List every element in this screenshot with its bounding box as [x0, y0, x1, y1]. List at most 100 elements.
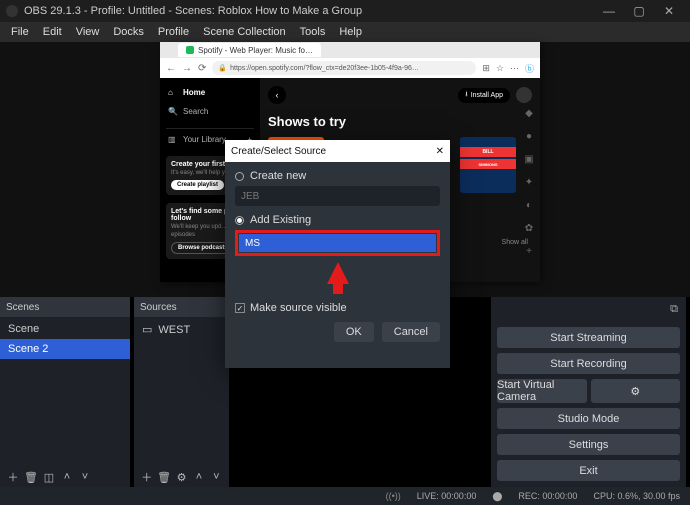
browser-menu-icon[interactable]: ⋯ — [510, 63, 519, 74]
settings-button[interactable]: Settings — [497, 434, 680, 455]
user-avatar-icon[interactable] — [516, 87, 532, 103]
browser-url-text: https://open.spotify.com/?flow_ctx=de20f… — [230, 65, 419, 72]
obs-logo-icon — [6, 5, 18, 17]
window-minimize-button[interactable]: — — [594, 4, 624, 18]
window-title: OBS 29.1.3 - Profile: Untitled - Scenes:… — [24, 5, 594, 17]
spotify-nav-home[interactable]: ⌂Home — [166, 84, 254, 101]
browser-extensions-icon[interactable]: ⊞ — [482, 63, 490, 74]
add-scene-button[interactable]: ＋ — [4, 468, 22, 486]
menu-edit[interactable]: Edit — [36, 24, 69, 40]
sources-list: ▭WEST — [134, 317, 229, 467]
menu-view[interactable]: View — [69, 24, 107, 40]
search-icon: 🔍 — [168, 107, 178, 116]
spotify-back-icon[interactable]: ‹ — [268, 86, 286, 104]
cancel-button[interactable]: Cancel — [382, 322, 440, 342]
spotify-nav-search[interactable]: 🔍Search — [166, 103, 254, 120]
move-down-button[interactable]: ˅ — [208, 468, 225, 486]
edge-sidebar-icon[interactable]: ✦ — [522, 177, 536, 191]
scenes-list: Scene Scene 2 — [0, 317, 130, 467]
remove-scene-button[interactable]: 🗑 — [22, 468, 40, 486]
create-playlist-button[interactable]: Create playlist — [171, 180, 224, 190]
virtual-camera-settings-button[interactable]: ⚙ — [591, 379, 681, 403]
window-maximize-button[interactable]: ▢ — [624, 4, 654, 18]
window-close-button[interactable]: ✕ — [654, 4, 684, 18]
start-streaming-button[interactable]: Start Streaming — [497, 327, 680, 348]
status-live: LIVE: 00:00:00 — [417, 491, 477, 501]
radio-add-existing[interactable]: Add Existing — [235, 214, 440, 226]
checkbox-icon: ✓ — [235, 303, 245, 313]
dialog-titlebar: Create/Select Source ✕ — [225, 140, 450, 162]
make-source-visible-checkbox[interactable]: ✓ Make source visible — [235, 302, 440, 314]
existing-source-item-ms[interactable]: MS — [239, 234, 436, 252]
browser-tab-title: Spotify - Web Player: Music fo… — [198, 46, 313, 55]
spotify-tile-bill-simmons[interactable]: BILL SIMMONS — [460, 137, 516, 193]
scenes-dock-title: Scenes — [0, 297, 130, 317]
edge-sidebar: ◆ ● ▣ ✦ ◐ ✿ + — [522, 108, 536, 260]
edge-sidebar-icon[interactable]: ◆ — [522, 108, 536, 122]
move-down-button[interactable]: ˅ — [76, 468, 94, 486]
menu-docks[interactable]: Docks — [106, 24, 151, 40]
browser-toolbar: ← → ⟳ 🔒 https://open.spotify.com/?flow_c… — [160, 58, 540, 78]
browser-copilot-icon[interactable]: ⓑ — [525, 62, 534, 75]
start-recording-button[interactable]: Start Recording — [497, 353, 680, 374]
edge-sidebar-icon[interactable]: ✿ — [522, 223, 536, 237]
browser-favorites-icon[interactable]: ☆ — [496, 63, 504, 74]
install-app-button[interactable]: ⭳Install App — [458, 88, 510, 103]
start-virtual-camera-button[interactable]: Start Virtual Camera — [497, 379, 587, 403]
sources-toolbar: ＋ 🗑 ⚙ ˄ ˅ — [134, 467, 229, 487]
controls-dock-menu-icon[interactable]: ⧉ — [666, 301, 682, 317]
spotify-favicon-icon — [186, 46, 194, 54]
browser-back-icon[interactable]: ← — [166, 63, 176, 74]
studio-mode-button[interactable]: Studio Mode — [497, 408, 680, 429]
dialog-title: Create/Select Source — [231, 146, 326, 157]
dialog-close-icon[interactable]: ✕ — [436, 146, 444, 157]
edge-sidebar-icon[interactable]: ● — [522, 131, 536, 145]
status-cpu: CPU: 0.6%, 30.00 fps — [593, 491, 680, 501]
move-up-button[interactable]: ˄ — [190, 468, 207, 486]
sources-dock: Sources ▭WEST ＋ 🗑 ⚙ ˄ ˅ — [134, 297, 229, 487]
menu-tools[interactable]: Tools — [293, 24, 333, 40]
menu-bar: File Edit View Docks Profile Scene Colle… — [0, 22, 690, 42]
exit-button[interactable]: Exit — [497, 460, 680, 481]
lock-icon: 🔒 — [218, 64, 227, 72]
sources-dock-title: Sources — [134, 297, 229, 317]
scenes-toolbar: ＋ 🗑 ◫ ˄ ˅ — [0, 467, 130, 487]
edge-sidebar-icon[interactable]: ▣ — [522, 154, 536, 168]
menu-profile[interactable]: Profile — [151, 24, 196, 40]
create-new-name-input[interactable] — [235, 186, 440, 206]
radio-icon — [235, 172, 244, 181]
browser-tab-spotify[interactable]: Spotify - Web Player: Music fo… — [178, 43, 321, 57]
create-select-source-dialog: Create/Select Source ✕ Create new Add Ex… — [225, 140, 450, 368]
annotation-arrow-icon — [327, 262, 349, 284]
edge-sidebar-icon[interactable]: ◐ — [522, 200, 536, 214]
radio-create-new[interactable]: Create new — [235, 170, 440, 182]
move-up-button[interactable]: ˄ — [58, 468, 76, 486]
source-properties-button[interactable]: ⚙ — [173, 468, 190, 486]
browser-address-bar[interactable]: 🔒 https://open.spotify.com/?flow_ctx=de2… — [212, 61, 476, 75]
scene-filters-button[interactable]: ◫ — [40, 468, 58, 486]
browser-forward-icon[interactable]: → — [182, 63, 192, 74]
library-icon: ▥ — [168, 135, 178, 144]
status-bar: ((•)) LIVE: 00:00:00 ⬤ REC: 00:00:00 CPU… — [0, 487, 690, 505]
remove-source-button[interactable]: 🗑 — [155, 468, 172, 486]
record-icon: ⬤ — [492, 491, 502, 502]
scenes-dock: Scenes Scene Scene 2 ＋ 🗑 ◫ ˄ ˅ — [0, 297, 130, 487]
edge-sidebar-icon[interactable]: + — [522, 246, 536, 260]
controls-dock: ⧉ Start Streaming Start Recording Start … — [491, 297, 686, 487]
radio-icon — [235, 216, 244, 225]
browser-tabstrip: Spotify - Web Player: Music fo… — [160, 42, 540, 58]
existing-source-list: MS — [235, 230, 440, 256]
home-icon: ⌂ — [168, 88, 178, 97]
scene-item-selected[interactable]: Scene 2 — [0, 339, 130, 359]
add-source-button[interactable]: ＋ — [138, 468, 155, 486]
browser-refresh-icon[interactable]: ⟳ — [198, 63, 206, 74]
menu-help[interactable]: Help — [332, 24, 369, 40]
window-titlebar: OBS 29.1.3 - Profile: Untitled - Scenes:… — [0, 0, 690, 22]
source-item[interactable]: ▭WEST — [134, 319, 229, 340]
menu-scene-collection[interactable]: Scene Collection — [196, 24, 293, 40]
ok-button[interactable]: OK — [334, 322, 374, 342]
scene-item[interactable]: Scene — [0, 319, 130, 339]
status-rec: REC: 00:00:00 — [518, 491, 577, 501]
menu-file[interactable]: File — [4, 24, 36, 40]
spotify-section-heading: Shows to try — [268, 114, 532, 129]
